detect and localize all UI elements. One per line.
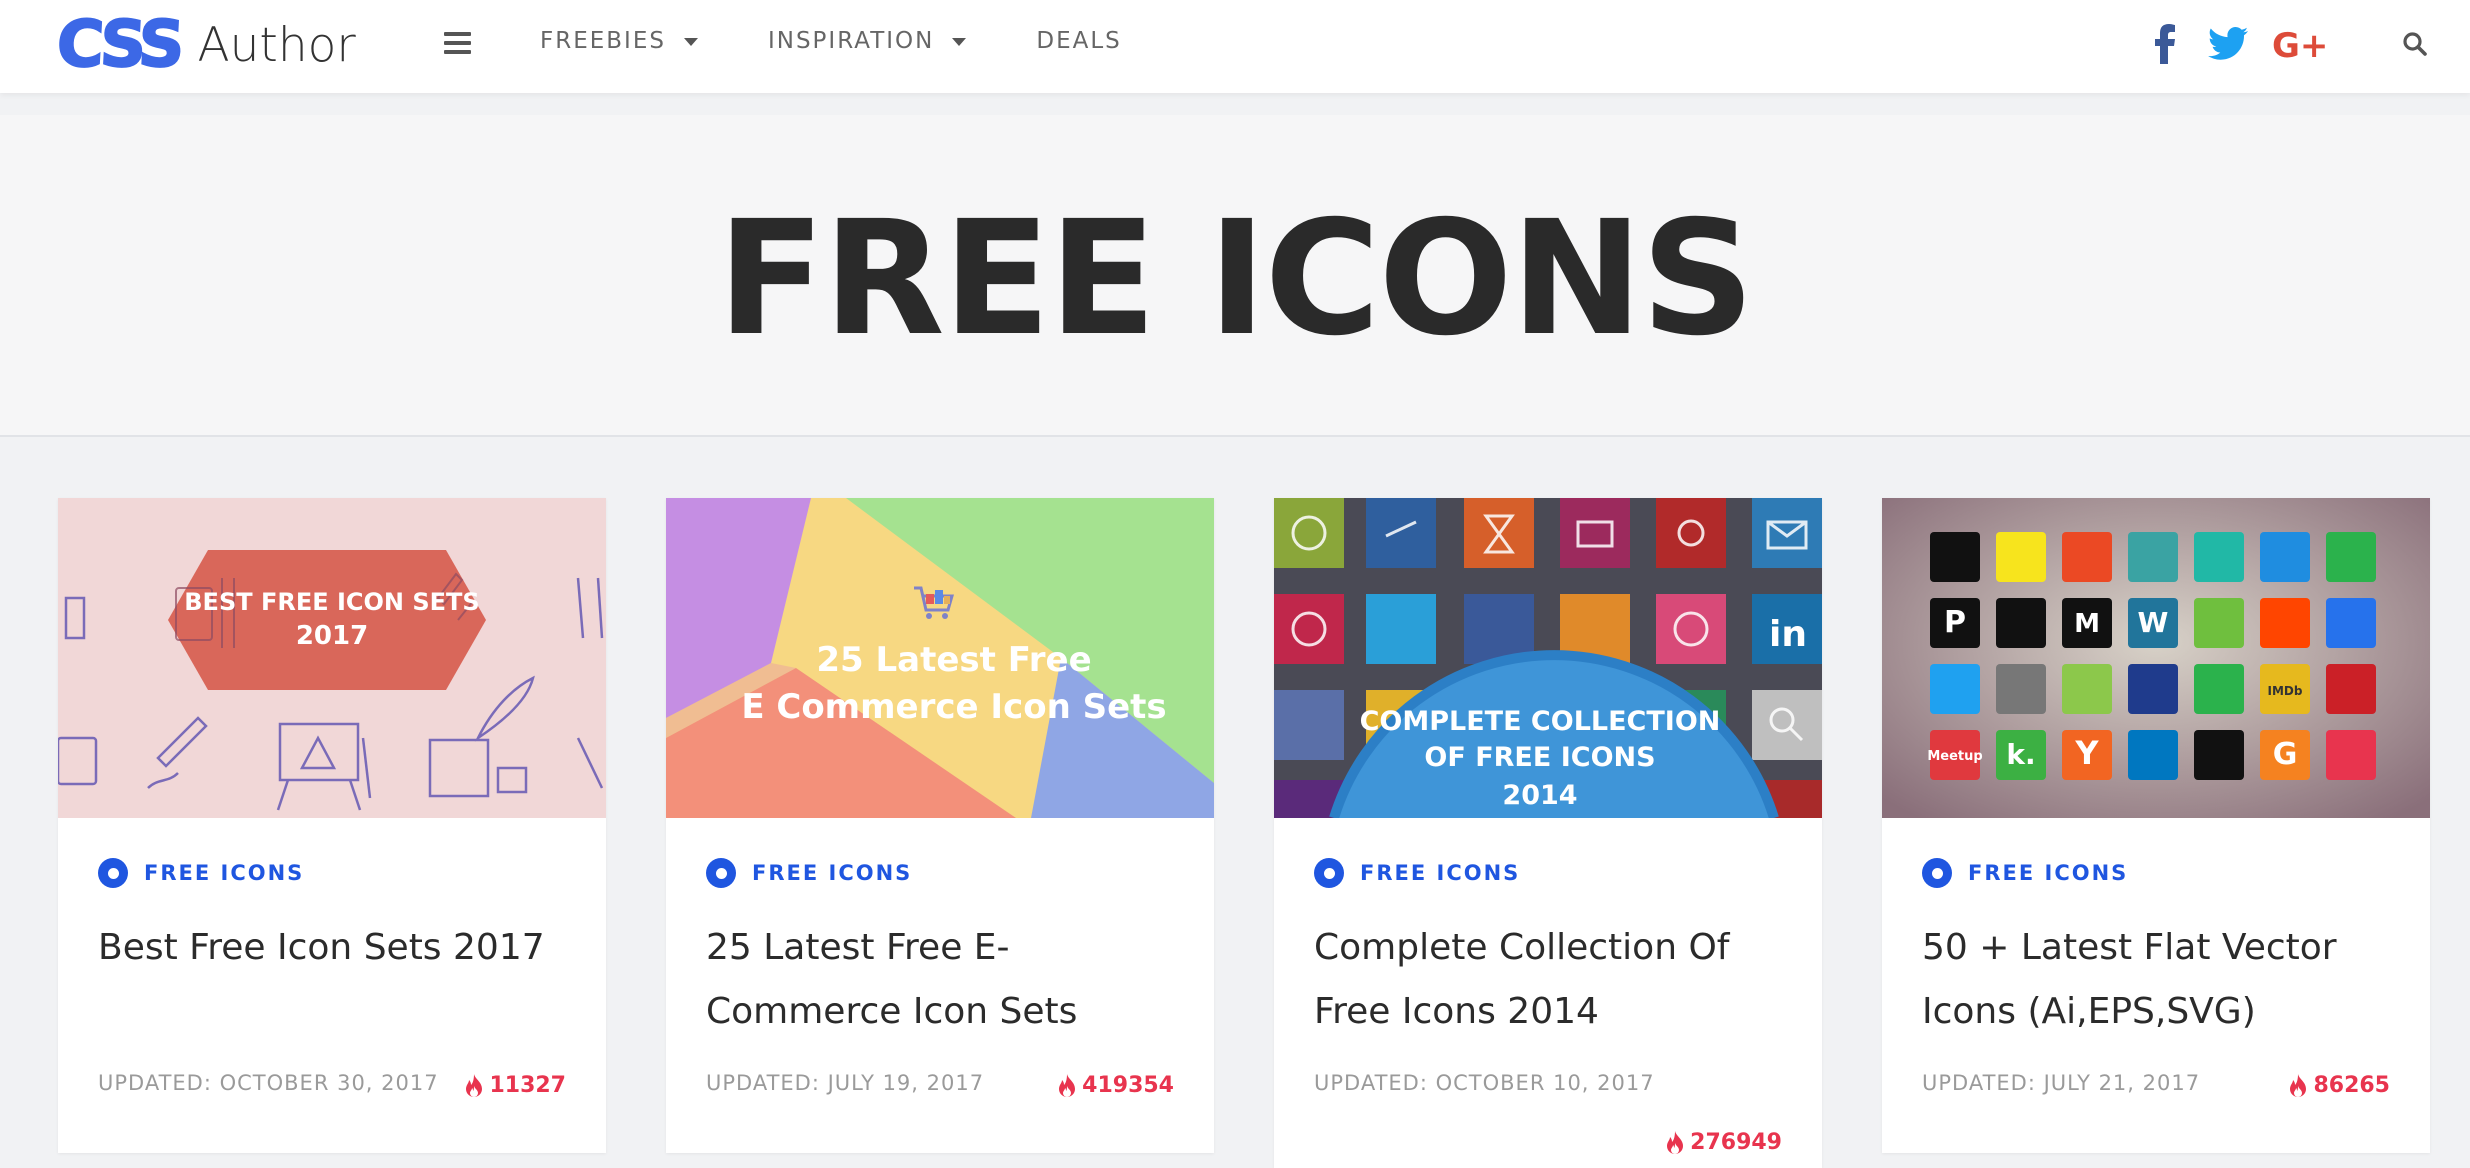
nav-freebies-label: FREEBIES xyxy=(540,28,666,54)
post-card: 25 Latest Free E Commerce Icon Sets FREE… xyxy=(666,498,1214,1153)
post-card: in COMPLETE COLLECTION OF FREE ICONS 201… xyxy=(1274,498,1822,1168)
site-logo[interactable]: CSS Author xyxy=(54,7,356,83)
nav-deals-label: DEALS xyxy=(1036,28,1122,54)
site-header: CSS Author FREEBIES INSPIRATION DEALS G+ xyxy=(0,0,2470,93)
page-hero: FREE ICONS xyxy=(0,115,2470,437)
google-plus-icon[interactable]: G+ xyxy=(2270,20,2330,68)
search-icon[interactable] xyxy=(2397,20,2433,68)
svg-text:W: W xyxy=(2138,606,2169,639)
post-updated-date: UPDATED: JULY 21, 2017 xyxy=(1922,1071,2201,1095)
view-count-value: 11327 xyxy=(489,1073,566,1098)
page-title: FREE ICONS xyxy=(717,187,1755,371)
post-updated-date: UPDATED: OCTOBER 10, 2017 xyxy=(1314,1071,1655,1095)
post-updated-date: UPDATED: OCTOBER 30, 2017 xyxy=(98,1071,439,1095)
facebook-icon[interactable] xyxy=(2150,20,2180,68)
category-link[interactable]: FREE ICONS xyxy=(1922,858,2128,888)
view-count: 276949 xyxy=(1666,1130,1782,1155)
post-thumbnail[interactable]: P M W k. Y G Meetup IMDb xyxy=(1882,498,2430,818)
view-count-value: 86265 xyxy=(2313,1073,2390,1098)
category-label: FREE ICONS xyxy=(144,861,305,885)
flame-icon xyxy=(2290,1073,2307,1097)
flame-icon xyxy=(1667,1130,1684,1154)
twitter-icon[interactable] xyxy=(2205,20,2251,68)
view-count-value: 419354 xyxy=(1082,1073,1174,1098)
svg-text:M: M xyxy=(2074,609,2100,639)
thumb-line-3: 2014 xyxy=(1502,780,1577,811)
nav-inspiration-label: INSPIRATION xyxy=(767,28,935,54)
view-count: 419354 xyxy=(1058,1073,1174,1098)
thumb-line-1: BEST FREE ICON SETS xyxy=(184,588,479,616)
post-thumbnail[interactable]: BEST FREE ICON SETS 2017 xyxy=(58,498,606,818)
post-thumbnail[interactable]: in COMPLETE COLLECTION OF FREE ICONS 201… xyxy=(1274,498,1822,818)
category-link[interactable]: FREE ICONS xyxy=(98,858,304,888)
main-nav: FREEBIES INSPIRATION DEALS xyxy=(540,28,1192,54)
svg-text:k.: k. xyxy=(2006,738,2035,771)
chevron-down-icon xyxy=(683,38,698,46)
category-label: FREE ICONS xyxy=(752,861,913,885)
flame-icon xyxy=(466,1073,483,1097)
svg-text:in: in xyxy=(1769,614,1807,655)
view-count-value: 276949 xyxy=(1690,1130,1782,1155)
menu-icon[interactable] xyxy=(444,32,471,54)
category-icon xyxy=(1314,858,1344,888)
thumb-line-1: COMPLETE COLLECTION xyxy=(1360,706,1721,737)
view-count: 11327 xyxy=(465,1073,566,1098)
category-icon xyxy=(98,858,128,888)
nav-freebies[interactable]: FREEBIES xyxy=(540,28,698,54)
svg-text:IMDb: IMDb xyxy=(2268,684,2303,698)
post-thumbnail[interactable]: 25 Latest Free E Commerce Icon Sets xyxy=(666,498,1214,818)
svg-text:Meetup: Meetup xyxy=(1927,749,1982,764)
svg-text:G: G xyxy=(2273,737,2298,772)
post-title[interactable]: Complete Collection Of Free Icons 2014 xyxy=(1314,916,1784,1044)
view-count: 86265 xyxy=(2289,1073,2390,1098)
post-card: BEST FREE ICON SETS 2017 FREE ICONS Best… xyxy=(58,498,606,1153)
svg-text:P: P xyxy=(1944,605,1966,640)
post-title[interactable]: 50 + Latest Flat Vector Icons (Ai,EPS,SV… xyxy=(1922,916,2392,1044)
post-updated-date: UPDATED: JULY 19, 2017 xyxy=(706,1071,985,1095)
svg-text:Y: Y xyxy=(2074,734,2099,772)
nav-inspiration[interactable]: INSPIRATION xyxy=(767,28,967,54)
thumb-line-2: E Commerce Icon Sets xyxy=(741,687,1166,727)
logo-mark: CSS xyxy=(54,7,182,83)
chevron-down-icon xyxy=(952,38,967,46)
svg-text:G+: G+ xyxy=(2272,27,2328,61)
post-title[interactable]: 25 Latest Free E-Commerce Icon Sets xyxy=(706,916,1176,1044)
category-link[interactable]: FREE ICONS xyxy=(706,858,912,888)
thumb-line-2: OF FREE ICONS xyxy=(1424,742,1655,773)
category-link[interactable]: FREE ICONS xyxy=(1314,858,1520,888)
flame-icon xyxy=(1059,1073,1076,1097)
category-label: FREE ICONS xyxy=(1968,861,2129,885)
category-icon xyxy=(706,858,736,888)
category-icon xyxy=(1922,858,1952,888)
post-card: P M W k. Y G Meetup IMDb FREE ICONS 50 +… xyxy=(1882,498,2430,1153)
thumb-line-1: 25 Latest Free xyxy=(816,640,1091,680)
thumb-line-2: 2017 xyxy=(296,621,368,651)
post-title[interactable]: Best Free Icon Sets 2017 xyxy=(98,916,568,980)
logo-wordmark: Author xyxy=(197,17,356,73)
nav-deals[interactable]: DEALS xyxy=(1036,28,1121,54)
category-label: FREE ICONS xyxy=(1360,861,1521,885)
